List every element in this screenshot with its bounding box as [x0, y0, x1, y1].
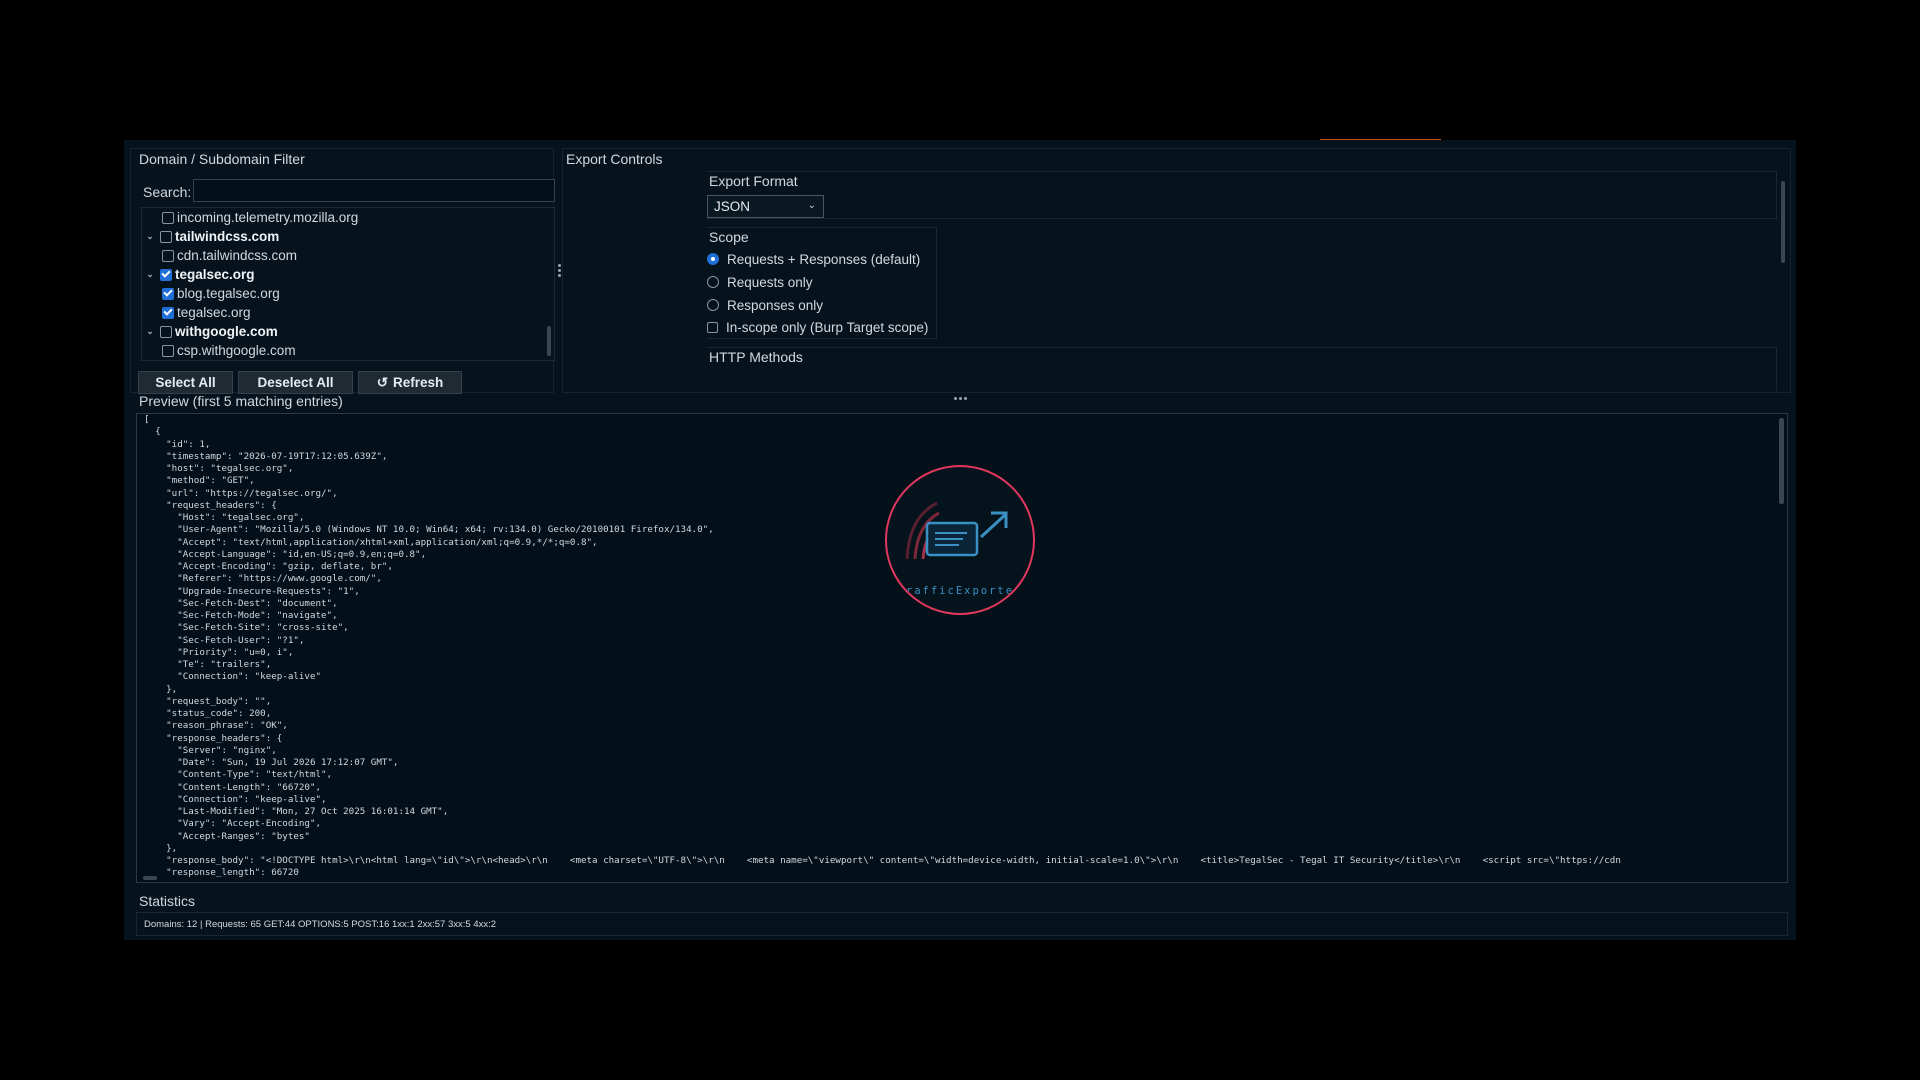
tree-item-parent[interactable]: ⌄ withgoogle.com — [144, 322, 278, 341]
checkbox[interactable] — [162, 249, 174, 262]
radio[interactable] — [707, 276, 719, 288]
checkbox-checked[interactable] — [162, 287, 174, 300]
deselect-all-button[interactable]: Deselect All — [238, 371, 353, 394]
tree-item-child[interactable]: incoming.telemetry.mozilla.org — [162, 208, 358, 227]
scope-option-label: Requests only — [727, 274, 813, 290]
export-format-label: Export Format — [709, 173, 798, 189]
in-scope-only-checkbox[interactable]: In-scope only (Burp Target scope) — [707, 317, 928, 337]
in-scope-only-label: In-scope only (Burp Target scope) — [726, 319, 929, 335]
tree-item-label: incoming.telemetry.mozilla.org — [177, 210, 359, 225]
tree-item-parent[interactable]: ⌄ tegalsec.org — [144, 265, 255, 284]
tree-item-child[interactable]: cdn.tailwindcss.com — [162, 246, 297, 265]
scope-option-requests-only[interactable]: Requests only — [707, 272, 813, 292]
tree-item-label: tegalsec.org — [175, 267, 255, 282]
refresh-icon: ↺ — [376, 374, 389, 390]
checkbox-checked[interactable] — [160, 268, 172, 281]
checkbox[interactable] — [707, 321, 718, 333]
scope-option-requests-responses[interactable]: Requests + Responses (default) — [707, 249, 920, 269]
preview-title: Preview (first 5 matching entries) — [139, 393, 343, 409]
export-controls-scroll-area: Export Format JSON ⌄ Scope Requests + Re… — [707, 171, 1779, 391]
chevron-down-icon[interactable]: ⌄ — [144, 326, 156, 337]
refresh-button[interactable]: ↺ Refresh — [358, 371, 462, 394]
tree-item-child[interactable]: tegalsec.org — [162, 303, 251, 322]
tree-item-label: tailwindcss.com — [175, 229, 280, 244]
tree-item-label: cdn.tailwindcss.com — [177, 248, 298, 263]
tree-scrollbar[interactable] — [547, 326, 551, 356]
logo-text: TrafficExporter — [897, 585, 1023, 597]
export-format-value: JSON — [714, 199, 751, 214]
checkbox[interactable] — [162, 211, 174, 224]
preview-json-text: [ { "id": 1, "timestamp": "2026-07-19T17… — [144, 414, 1621, 879]
tree-item-child[interactable]: csp.withgoogle.com — [162, 341, 296, 360]
tree-item-child[interactable]: blog.tegalsec.org — [162, 284, 280, 303]
tree-item-label: withgoogle.com — [175, 324, 278, 339]
export-controls-title: Export Controls — [566, 151, 663, 167]
tree-item-label: csp.withgoogle.com — [177, 343, 296, 358]
tree-item-parent[interactable]: ⌄ tailwindcss.com — [144, 227, 279, 246]
scope-option-label: Responses only — [727, 297, 824, 313]
export-controls-panel: Export Controls Export Format JSON ⌄ Sco… — [562, 148, 1791, 393]
scope-option-responses-only[interactable]: Responses only — [707, 295, 823, 315]
tree-item-label: blog.tegalsec.org — [177, 286, 280, 301]
domain-filter-panel: Domain / Subdomain Filter Search: incomi… — [130, 148, 555, 394]
http-methods-label: HTTP Methods — [709, 349, 803, 365]
tree-item-label: tegalsec.org — [177, 305, 251, 320]
export-format-select[interactable]: JSON ⌄ — [707, 195, 824, 218]
http-methods-group — [707, 347, 1777, 391]
horizontal-splitter-handle[interactable] — [124, 394, 1796, 402]
statistics-text: Domains: 12 | Requests: 65 GET:44 OPTION… — [144, 919, 497, 930]
checkbox[interactable] — [160, 230, 172, 243]
search-input[interactable] — [193, 179, 555, 202]
traffic-exporter-logo: TrafficExporter — [885, 465, 1035, 615]
chevron-down-icon: ⌄ — [807, 200, 816, 211]
export-controls-scrollbar[interactable] — [1781, 181, 1785, 263]
checkbox[interactable] — [162, 344, 174, 357]
statistics-title: Statistics — [139, 893, 196, 909]
checkbox-checked[interactable] — [162, 306, 174, 319]
scope-option-label: Requests + Responses (default) — [727, 251, 921, 267]
preview-horizontal-scrollbar[interactable] — [143, 876, 157, 880]
domain-filter-title: Domain / Subdomain Filter — [139, 151, 305, 167]
statistics-box: Domains: 12 | Requests: 65 GET:44 OPTION… — [136, 912, 1788, 936]
select-all-button[interactable]: Select All — [138, 371, 233, 394]
radio-selected[interactable] — [707, 253, 719, 265]
preview-vertical-scrollbar[interactable] — [1779, 418, 1784, 504]
export-format-group — [707, 171, 1777, 219]
domain-tree[interactable]: incoming.telemetry.mozilla.org ⌄ tailwin… — [141, 207, 555, 361]
chevron-down-icon[interactable]: ⌄ — [144, 231, 156, 242]
chevron-down-icon[interactable]: ⌄ — [144, 269, 156, 280]
radio[interactable] — [707, 299, 719, 311]
scope-label: Scope — [709, 229, 749, 245]
search-label: Search: — [143, 184, 192, 200]
refresh-button-label: Refresh — [393, 375, 444, 390]
checkbox[interactable] — [160, 325, 172, 338]
